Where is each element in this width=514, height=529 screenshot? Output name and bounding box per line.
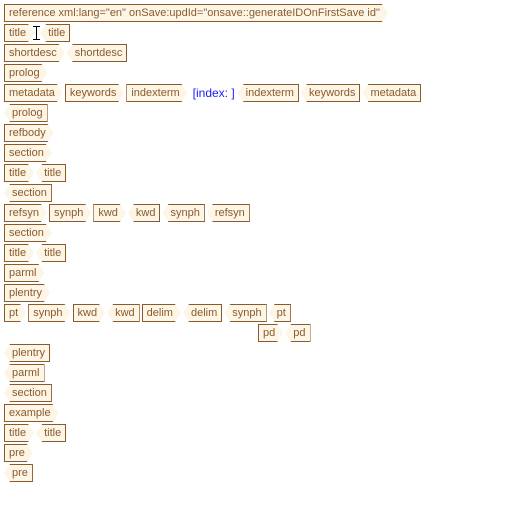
section-close-tag[interactable]: section <box>4 184 52 202</box>
title-close-tag[interactable]: title <box>40 24 70 42</box>
title-open-tag[interactable]: title <box>4 244 34 262</box>
section-open-tag[interactable]: section <box>4 144 52 162</box>
plentry-open-tag[interactable]: plentry <box>4 284 50 302</box>
kwd-open-tag[interactable]: kwd <box>73 304 106 322</box>
metadata-close-tag[interactable]: metadata <box>362 84 421 102</box>
delim-close-tag[interactable]: delim <box>183 304 222 322</box>
synph-open-tag[interactable]: synph <box>49 204 91 222</box>
prolog-open-tag[interactable]: prolog <box>4 64 48 82</box>
synph-close-tag[interactable]: synph <box>162 204 204 222</box>
delim-open-tag[interactable]: delim <box>142 304 181 322</box>
pd-close-tag[interactable]: pd <box>285 324 310 342</box>
kwd-open-tag[interactable]: kwd <box>93 204 126 222</box>
plentry-close-tag[interactable]: plentry <box>4 344 50 362</box>
refsyn-open-tag[interactable]: refsyn <box>4 204 47 222</box>
keywords-close-tag[interactable]: keywords <box>301 84 360 102</box>
keywords-open-tag[interactable]: keywords <box>65 84 124 102</box>
parml-close-tag[interactable]: parml <box>4 364 45 382</box>
text-cursor <box>33 26 40 40</box>
title-close-tag[interactable]: title <box>36 424 66 442</box>
synph-close-tag[interactable]: synph <box>224 304 266 322</box>
shortdesc-close-tag[interactable]: shortdesc <box>67 44 128 62</box>
title-open-tag[interactable]: title <box>4 164 34 182</box>
title-close-tag[interactable]: title <box>36 244 66 262</box>
refbody-open-tag[interactable]: refbody <box>4 124 54 142</box>
index-placeholder[interactable]: [index: ] <box>193 86 235 100</box>
reference-open-tag[interactable]: reference xml:lang="en" onSave:updId="on… <box>4 4 388 22</box>
parml-open-tag[interactable]: parml <box>4 264 45 282</box>
pd-open-tag[interactable]: pd <box>258 324 283 342</box>
title-open-tag[interactable]: title <box>4 24 34 42</box>
pre-open-tag[interactable]: pre <box>4 444 33 462</box>
pre-close-tag[interactable]: pre <box>4 464 33 482</box>
pt-close-tag[interactable]: pt <box>269 304 291 322</box>
shortdesc-open-tag[interactable]: shortdesc <box>4 44 65 62</box>
synph-open-tag[interactable]: synph <box>28 304 70 322</box>
title-close-tag[interactable]: title <box>36 164 66 182</box>
pt-open-tag[interactable]: pt <box>4 304 26 322</box>
prolog-close-tag[interactable]: prolog <box>4 104 48 122</box>
kwd-close-tag[interactable]: kwd <box>128 204 161 222</box>
indexterm-close-tag[interactable]: indexterm <box>238 84 299 102</box>
title-open-tag[interactable]: title <box>4 424 34 442</box>
example-open-tag[interactable]: example <box>4 404 59 422</box>
section-open-tag[interactable]: section <box>4 224 52 242</box>
section-close-tag[interactable]: section <box>4 384 52 402</box>
kwd-close-tag[interactable]: kwd <box>107 304 140 322</box>
metadata-open-tag[interactable]: metadata <box>4 84 63 102</box>
refsyn-close-tag[interactable]: refsyn <box>207 204 250 222</box>
indexterm-open-tag[interactable]: indexterm <box>126 84 187 102</box>
